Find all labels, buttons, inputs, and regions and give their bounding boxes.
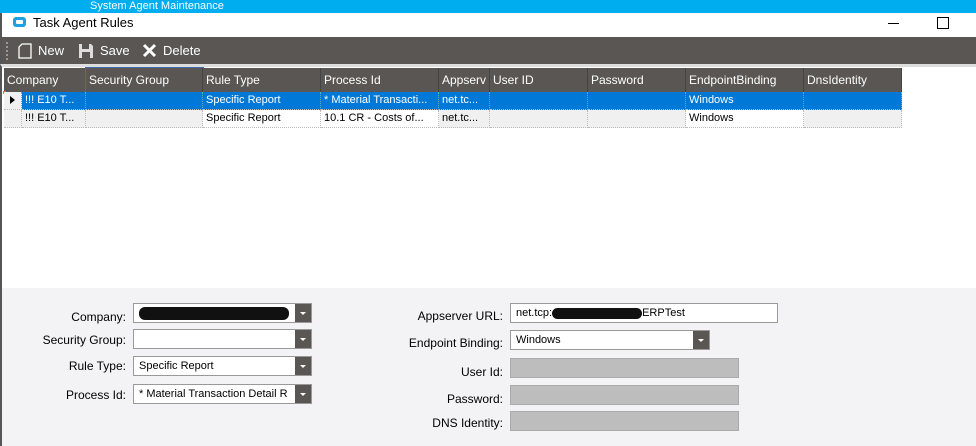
chevron-down-icon[interactable]: [693, 331, 709, 349]
company-combo[interactable]: [133, 303, 312, 323]
cell-user-id[interactable]: [490, 110, 588, 128]
cell-user-id[interactable]: [490, 92, 588, 110]
maximize-button[interactable]: [930, 10, 956, 36]
save-icon: [79, 43, 93, 58]
chevron-down-icon[interactable]: [295, 357, 311, 375]
cell-appserv[interactable]: net.tc...: [439, 110, 490, 128]
cell-security-group[interactable]: [86, 110, 203, 128]
user-id-input[interactable]: [510, 358, 739, 378]
user-id-label: User Id:: [460, 365, 503, 379]
cell-rule-type[interactable]: Specific Report: [203, 110, 321, 128]
new-label: New: [38, 43, 65, 58]
process-id-value: * Material Transaction Detail R: [139, 388, 288, 400]
column-header-password[interactable]: Password: [588, 68, 686, 92]
appserver-url-input[interactable]: net.tcp: ERPTest: [510, 303, 778, 323]
chevron-down-icon[interactable]: [295, 385, 311, 403]
new-document-icon: [18, 42, 32, 59]
background-window-titlebar: System Agent Maintenance: [0, 0, 976, 13]
cell-endpointbinding[interactable]: Windows: [686, 92, 804, 110]
row-selected-arrow-icon: [10, 96, 15, 104]
cell-security-group[interactable]: [86, 92, 203, 110]
redacted-value: [139, 306, 289, 320]
dns-identity-input[interactable]: [510, 411, 739, 431]
cell-dnsidentity[interactable]: [804, 110, 902, 128]
delete-x-icon: [142, 43, 157, 58]
endpoint-binding-label: Endpoint Binding:: [408, 336, 503, 350]
cell-appserv[interactable]: net.tc...: [439, 92, 490, 110]
rule-type-label: Rule Type:: [68, 359, 126, 373]
cell-process-id[interactable]: 10.1 CR - Costs of...: [321, 110, 439, 128]
rule-type-value: Specific Report: [139, 360, 214, 372]
cell-process-id[interactable]: * Material Transacti...: [321, 92, 439, 110]
delete-button[interactable]: Delete: [142, 37, 201, 64]
cell-password[interactable]: [588, 92, 686, 110]
chevron-down-icon[interactable]: [295, 330, 311, 348]
toolbar: New Save Delete: [0, 37, 976, 64]
cell-endpointbinding[interactable]: Windows: [686, 110, 804, 128]
delete-label: Delete: [163, 43, 201, 58]
dns-identity-label: DNS Identity:: [432, 416, 503, 430]
minimize-button[interactable]: [882, 10, 908, 36]
cell-company[interactable]: !!! E10 T...: [22, 92, 86, 110]
company-label: Company:: [71, 310, 126, 324]
row-indicator[interactable]: [4, 92, 22, 110]
endpoint-binding-value: Windows: [516, 334, 561, 346]
column-header-process-id[interactable]: Process Id: [321, 68, 439, 92]
window-title: Task Agent Rules: [33, 15, 134, 30]
url-suffix: ERPTest: [642, 307, 685, 319]
rule-type-combo[interactable]: Specific Report: [133, 356, 312, 376]
detail-panel: Company: Security Group: Rule Type: Spec…: [0, 288, 976, 446]
security-group-combo[interactable]: [133, 329, 312, 349]
column-header-user-id[interactable]: User ID: [490, 68, 588, 92]
chevron-down-icon[interactable]: [295, 304, 311, 322]
cell-company[interactable]: !!! E10 T...: [22, 110, 86, 128]
toolbar-grip[interactable]: [6, 42, 8, 60]
password-input[interactable]: [510, 385, 739, 405]
app-icon: [13, 17, 26, 27]
cell-dnsidentity[interactable]: [804, 92, 902, 110]
url-prefix: net.tcp:: [516, 307, 553, 319]
appserver-url-label: Appserver URL:: [417, 309, 503, 323]
cell-password[interactable]: [588, 110, 686, 128]
save-label: Save: [100, 43, 130, 58]
column-header-endpointbinding[interactable]: EndpointBinding: [686, 68, 804, 92]
process-id-label: Process Id:: [65, 388, 126, 402]
column-header-company[interactable]: Company: [4, 68, 86, 92]
column-header-security-group[interactable]: Security Group: [85, 67, 204, 93]
row-indicator[interactable]: [4, 110, 22, 128]
column-header-rule-type[interactable]: Rule Type: [203, 68, 321, 92]
column-header-appserv[interactable]: Appserv: [439, 68, 490, 92]
password-label: Password:: [446, 392, 503, 406]
save-button[interactable]: Save: [78, 37, 130, 64]
cell-rule-type[interactable]: Specific Report: [203, 92, 321, 110]
redacted-value: [552, 307, 643, 319]
background-window-title: System Agent Maintenance: [90, 0, 224, 12]
security-group-label: Security Group:: [42, 333, 126, 347]
column-header-dnsidentity[interactable]: DnsIdentity: [804, 68, 902, 92]
new-button[interactable]: New: [18, 37, 64, 64]
process-id-combo[interactable]: * Material Transaction Detail R: [133, 384, 312, 404]
endpoint-binding-combo[interactable]: Windows: [510, 330, 710, 350]
